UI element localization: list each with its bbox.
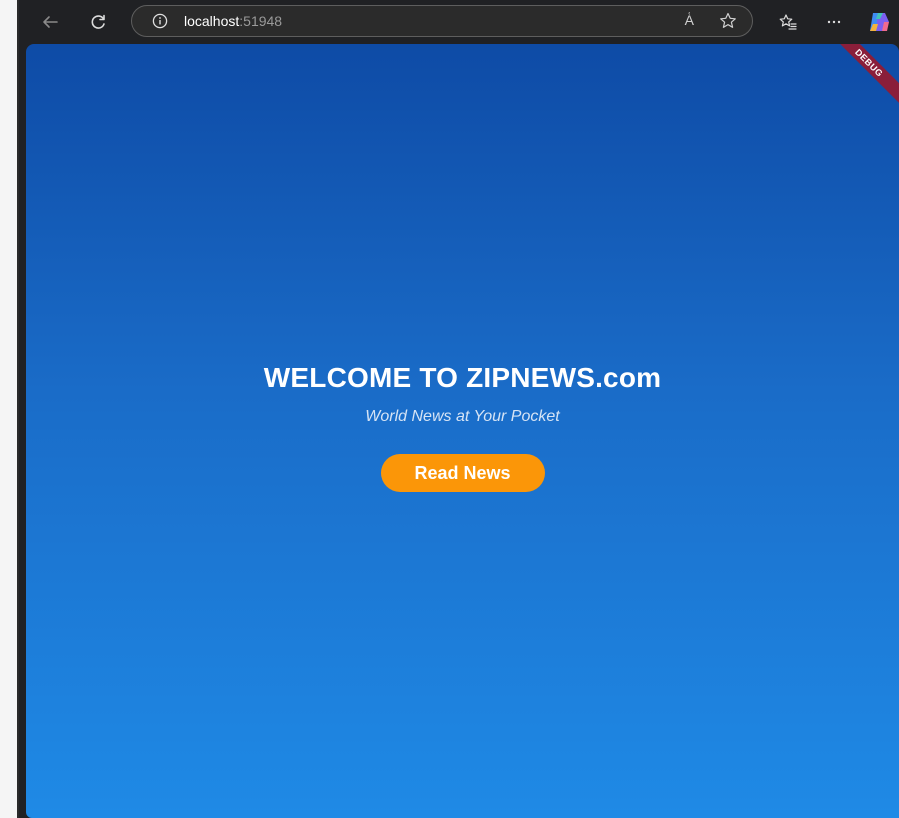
read-aloud-button[interactable]: A͑ [685,12,694,28]
back-button[interactable] [35,7,65,37]
read-aloud-icon: A͑ [684,12,694,28]
read-news-button[interactable]: Read News [380,454,545,492]
site-info-button[interactable] [152,13,168,29]
browser-window: localhost:51948 A͑ DEBUG WELCOME TO ZIPN… [19,0,899,818]
refresh-icon [91,14,105,29]
favorite-star-icon [720,12,736,28]
copilot-icon [870,13,889,31]
back-icon [43,16,58,28]
favorites-button[interactable] [773,7,803,37]
address-bar[interactable]: localhost:51948 A͑ [131,5,753,37]
info-icon [152,13,168,29]
browser-toolbar: localhost:51948 A͑ [19,0,899,44]
left-edge-strip [0,0,19,818]
add-favorite-button[interactable] [718,11,738,36]
more-icon [827,20,841,24]
page-title: WELCOME TO ZIPNEWS.com [263,362,662,393]
copilot-button[interactable] [867,10,891,34]
url-host: localhost [184,13,240,29]
app-canvas: DEBUG WELCOME TO ZIPNEWS.com World News … [26,44,899,818]
welcome-hero: WELCOME TO ZIPNEWS.com World News at You… [26,362,899,492]
debug-banner: DEBUG [821,44,899,111]
tagline: World News at Your Pocket [365,408,560,425]
refresh-button[interactable] [83,7,113,37]
more-button[interactable] [819,7,849,37]
url-text[interactable]: localhost:51948 [184,13,282,29]
favorites-icon [779,14,797,30]
url-port: :51948 [239,13,283,29]
